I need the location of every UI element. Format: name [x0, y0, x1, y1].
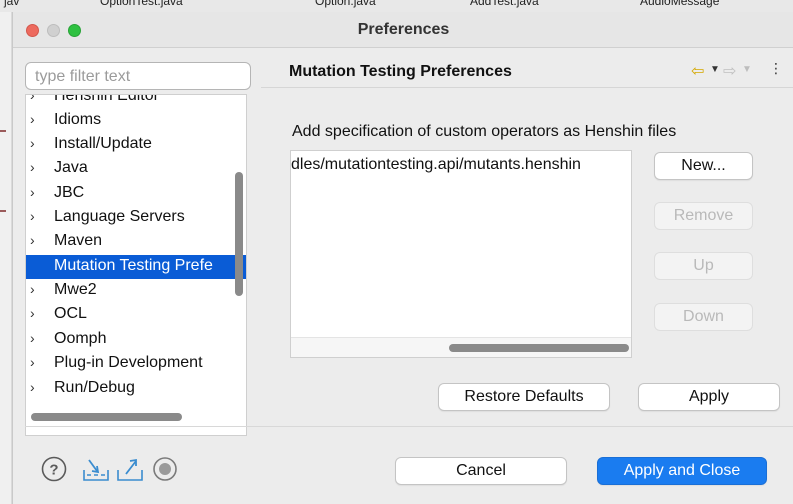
bg-tab: AddTest.java [470, 0, 539, 8]
bg-tab: Option.java [315, 0, 376, 8]
tree-item-label: Plug-in Development [54, 354, 203, 371]
tree-item-label: JBC [54, 184, 85, 201]
page-title: Mutation Testing Preferences [289, 63, 512, 80]
forward-arrow-icon[interactable]: ⇨ [723, 61, 736, 81]
apply-button[interactable]: Apply [638, 383, 780, 411]
apply-and-close-button[interactable]: Apply and Close [597, 457, 767, 485]
chevron-right-icon[interactable]: › [30, 354, 44, 370]
forward-dropdown-icon[interactable]: ▼ [742, 64, 752, 75]
tree-item-label: Run/Debug [54, 379, 135, 396]
page-header: Mutation Testing Preferences ⇦ ▼ ⇨ ▼ ⋮ [261, 50, 793, 88]
bg-tab: OptionTest.java [100, 0, 183, 8]
bg-tab: jav [4, 0, 20, 8]
up-button[interactable]: Up [654, 252, 753, 280]
title-bar: Preferences [13, 12, 793, 48]
new-button[interactable]: New... [654, 152, 753, 180]
tree-item-jbc[interactable]: › JBC [26, 182, 246, 206]
tree-item-label: Java [54, 159, 88, 176]
svg-text:?: ? [49, 462, 58, 479]
tree-item-label: OCL [54, 305, 87, 322]
tree-item-idioms[interactable]: › Idioms [26, 109, 246, 133]
cancel-button[interactable]: Cancel [395, 457, 567, 485]
tree-item-java[interactable]: › Java [26, 157, 246, 181]
tree-item-label: Henshin Editor [54, 94, 159, 104]
list-horizontal-scrollbar[interactable] [449, 344, 629, 352]
back-arrow-icon[interactable]: ⇦ [691, 61, 704, 81]
chevron-right-icon[interactable]: › [30, 232, 44, 248]
tree-item-run-debug[interactable]: › Run/Debug [26, 377, 246, 401]
tree-item-maven[interactable]: › Maven [26, 230, 246, 254]
chevron-right-icon[interactable]: › [30, 281, 44, 297]
tree-item-mutation-testing[interactable]: Mutation Testing Prefe [26, 255, 246, 279]
background-editor-tabs: jav OptionTest.java Option.java AddTest.… [0, 0, 793, 12]
gutter-marker [0, 130, 6, 132]
chevron-right-icon[interactable]: › [30, 330, 44, 346]
tree-item-label: Idioms [54, 111, 102, 128]
chevron-right-icon[interactable]: › [30, 95, 44, 103]
tree-item-language-servers[interactable]: › Language Servers [26, 206, 246, 230]
henshin-file-list[interactable]: dles/mutationtesting.api/mutants.henshin [290, 150, 632, 358]
tree-horizontal-scrollbar[interactable] [31, 413, 182, 421]
chevron-right-icon[interactable]: › [30, 184, 44, 200]
bg-tab: AudioMessage [640, 0, 720, 8]
tree-item-label: Maven [54, 232, 103, 249]
chevron-right-icon[interactable]: › [30, 111, 44, 127]
filter-input[interactable]: type filter text [25, 62, 251, 90]
preferences-dialog: Preferences type filter text › Henshin E… [12, 12, 793, 504]
tree-item-mwe2[interactable]: › Mwe2 [26, 279, 246, 303]
chevron-right-icon[interactable]: › [30, 305, 44, 321]
tree-item-plugin-development[interactable]: › Plug-in Development [26, 352, 246, 376]
tree-item-ocl[interactable]: › OCL [26, 303, 246, 327]
background-editor-gutter [0, 12, 12, 504]
tree-item-label: Mwe2 [54, 281, 97, 298]
tree-item-label: Install/Update [54, 135, 152, 152]
down-button[interactable]: Down [654, 303, 753, 331]
tree-item-oomph[interactable]: › Oomph [26, 328, 246, 352]
remove-button[interactable]: Remove [654, 202, 753, 230]
back-dropdown-icon[interactable]: ▼ [710, 64, 720, 75]
help-icon[interactable]: ? [41, 456, 67, 482]
tree-item-label: Language Servers [54, 208, 185, 225]
footer-separator [25, 426, 793, 427]
tree-item-henshin-editor[interactable]: › Henshin Editor [26, 94, 246, 109]
tree-item-install-update[interactable]: › Install/Update [26, 133, 246, 157]
gutter-marker [0, 210, 6, 212]
tree-item-label: Oomph [54, 330, 107, 347]
page-description: Add specification of custom operators as… [292, 123, 677, 140]
window-title: Preferences [357, 21, 450, 38]
oomph-record-icon[interactable] [152, 456, 178, 482]
chevron-right-icon[interactable]: › [30, 135, 44, 151]
import-icon[interactable] [82, 456, 110, 482]
chevron-right-icon[interactable]: › [30, 208, 44, 224]
view-menu-icon[interactable]: ⋮ [769, 60, 783, 77]
preference-tree[interactable]: › Henshin Editor › Idioms › Install/Upda… [25, 94, 247, 436]
list-horizontal-scroll-track [291, 337, 631, 357]
chevron-right-icon[interactable]: › [30, 159, 44, 175]
tree-item-label: Mutation Testing Prefe [54, 257, 213, 274]
tree-vertical-scrollbar[interactable] [235, 172, 243, 296]
chevron-right-icon[interactable]: › [30, 379, 44, 395]
export-icon[interactable] [116, 456, 144, 482]
restore-defaults-button[interactable]: Restore Defaults [438, 383, 610, 411]
list-item[interactable]: dles/mutationtesting.api/mutants.henshin [291, 156, 581, 174]
